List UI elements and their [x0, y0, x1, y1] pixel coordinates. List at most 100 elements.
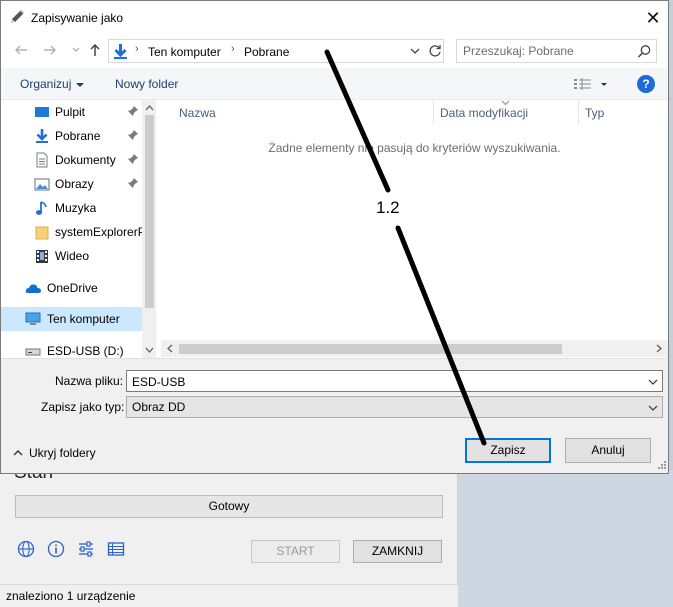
filename-label: Nazwa pliku: — [55, 374, 124, 388]
sidebar-item-label: Obrazy — [55, 177, 94, 191]
scrollbar-thumb[interactable] — [145, 115, 154, 308]
breadcrumb-this-pc[interactable]: Ten komputer — [148, 45, 221, 59]
filename-input[interactable] — [132, 374, 632, 389]
scroll-down-icon[interactable] — [145, 346, 154, 356]
sidebar-item-music[interactable]: Muzyka — [1, 196, 142, 220]
save-options-panel: Nazwa pliku: Zapisz jako typ: Obraz DD U… — [1, 358, 668, 473]
address-bar[interactable]: › Ten komputer › Pobrane — [108, 39, 444, 63]
sidebar-item-pictures[interactable]: Obrazy — [1, 172, 142, 196]
annotation-label: 1.2 — [376, 198, 400, 217]
sidebar-item-documents[interactable]: Dokumenty — [1, 148, 142, 172]
pin-icon[interactable] — [127, 105, 139, 117]
chevron-down-icon[interactable] — [648, 376, 658, 386]
empty-folder-message: Żadne elementy nie pasują do kryteriów w… — [268, 141, 561, 155]
scroll-right-icon[interactable] — [656, 344, 663, 355]
cancel-button[interactable]: Anuluj — [565, 438, 651, 463]
sidebar-item-this-pc[interactable]: Ten komputer — [1, 307, 142, 331]
sidebar-item-label: Wideo — [55, 249, 90, 263]
filetype-value: Obraz DD — [132, 400, 186, 414]
background-desktop — [458, 470, 673, 607]
breadcrumb-downloads[interactable]: Pobrane — [244, 45, 289, 59]
chevron-down-icon — [76, 82, 85, 87]
scroll-up-icon[interactable] — [145, 103, 154, 113]
column-header-type[interactable]: Typ — [585, 100, 604, 125]
info-icon[interactable] — [47, 540, 65, 558]
up-arrow-icon[interactable] — [86, 42, 104, 60]
search-box[interactable] — [456, 39, 657, 63]
address-dropdown-icon[interactable] — [407, 42, 423, 60]
forward-arrow-icon[interactable] — [41, 42, 59, 60]
onedrive-icon — [25, 280, 41, 296]
app-status-text: znaleziono 1 urządzenie — [0, 584, 458, 607]
sidebar-item-usb-drive[interactable]: ESD-USB (D:) — [1, 339, 142, 358]
scrollbar-thumb[interactable] — [179, 344, 562, 354]
pin-icon[interactable] — [127, 153, 139, 165]
sidebar-item-label: ESD-USB (D:) — [47, 344, 124, 358]
help-icon[interactable]: ? — [637, 75, 655, 93]
sidebar-item-label: OneDrive — [47, 281, 98, 295]
save-as-dialog: Zapisywanie jako ✕ › Ten komputer › Pobr… — [0, 0, 669, 474]
pen-icon — [9, 9, 25, 25]
chevron-down-icon[interactable] — [648, 402, 658, 412]
filetype-label: Zapisz jako typ: — [41, 400, 125, 414]
sidebar-item-desktop[interactable]: Pulpit — [1, 100, 142, 124]
start-button[interactable]: START — [251, 540, 340, 563]
column-divider[interactable] — [578, 100, 579, 124]
close-icon[interactable]: ✕ — [641, 7, 665, 29]
download-folder-icon — [112, 43, 129, 60]
usb-drive-icon — [25, 343, 41, 358]
hide-folders-label: Ukryj foldery — [29, 446, 96, 460]
search-icon[interactable] — [637, 44, 652, 59]
sidebar-item-label: Muzyka — [55, 201, 97, 215]
recent-dropdown-icon[interactable] — [67, 42, 85, 60]
sidebar-item-label: systemExplorerP — [55, 225, 142, 239]
resize-grip-icon[interactable] — [655, 460, 667, 472]
horizontal-scrollbar[interactable] — [161, 340, 668, 357]
filetype-select[interactable]: Obraz DD — [126, 396, 663, 418]
organize-label: Organizuj — [20, 77, 72, 91]
log-table-icon[interactable] — [107, 540, 125, 558]
desktop-icon — [34, 104, 50, 120]
filename-combobox[interactable] — [126, 370, 663, 392]
back-arrow-icon[interactable] — [12, 42, 30, 60]
save-button[interactable]: Zapisz — [465, 438, 551, 463]
sidebar-item-videos[interactable]: Wideo — [1, 244, 142, 268]
dialog-titlebar[interactable]: Zapisywanie jako ✕ — [1, 1, 668, 34]
column-header-date-modified[interactable]: Data modyfikacji — [440, 100, 528, 125]
search-input[interactable] — [463, 43, 628, 59]
column-header-name[interactable]: Nazwa — [179, 100, 216, 125]
file-list-pane[interactable]: Nazwa Data modyfikacji Typ Żadne element… — [161, 100, 668, 358]
refresh-icon[interactable] — [427, 43, 443, 59]
organize-menu[interactable]: Organizuj — [20, 77, 85, 91]
pictures-icon — [34, 176, 50, 192]
sidebar-item-downloads[interactable]: Pobrane — [1, 124, 142, 148]
column-divider[interactable] — [433, 100, 434, 124]
documents-icon — [34, 152, 50, 168]
sidebar-item-label: Pulpit — [55, 105, 86, 119]
navigation-bar: › Ten komputer › Pobrane — [1, 34, 668, 68]
hide-folders-toggle[interactable]: Ukryj foldery — [13, 446, 96, 460]
download-icon — [34, 128, 50, 144]
globe-icon[interactable] — [17, 540, 35, 558]
view-options-icon[interactable] — [574, 77, 610, 93]
computer-icon — [25, 311, 41, 327]
sidebar-item-label: Ten komputer — [47, 312, 120, 326]
music-icon — [34, 200, 50, 216]
breadcrumb-separator[interactable]: › — [135, 43, 139, 55]
dialog-title: Zapisywanie jako — [31, 11, 124, 25]
command-toolbar: Organizuj Nowy folder ? — [1, 68, 668, 100]
sidebar-item-onedrive[interactable]: OneDrive — [1, 276, 142, 300]
navigation-pane: Pulpit Pobrane Dokumenty Obrazy Muzyka s… — [1, 100, 156, 358]
pin-icon[interactable] — [127, 129, 139, 141]
pin-icon[interactable] — [127, 177, 139, 189]
navigation-scrollbar[interactable] — [142, 100, 155, 358]
close-app-button[interactable]: ZAMKNIJ — [353, 540, 442, 563]
breadcrumb-separator[interactable]: › — [231, 43, 235, 55]
sidebar-item-label: Pobrane — [55, 129, 101, 143]
scroll-left-icon[interactable] — [166, 344, 173, 355]
settings-sliders-icon[interactable] — [77, 540, 95, 558]
new-folder-button[interactable]: Nowy folder — [115, 77, 178, 91]
sidebar-item-systemexplorer[interactable]: systemExplorerP — [1, 220, 142, 244]
video-icon — [34, 248, 50, 264]
folder-icon — [34, 224, 50, 240]
